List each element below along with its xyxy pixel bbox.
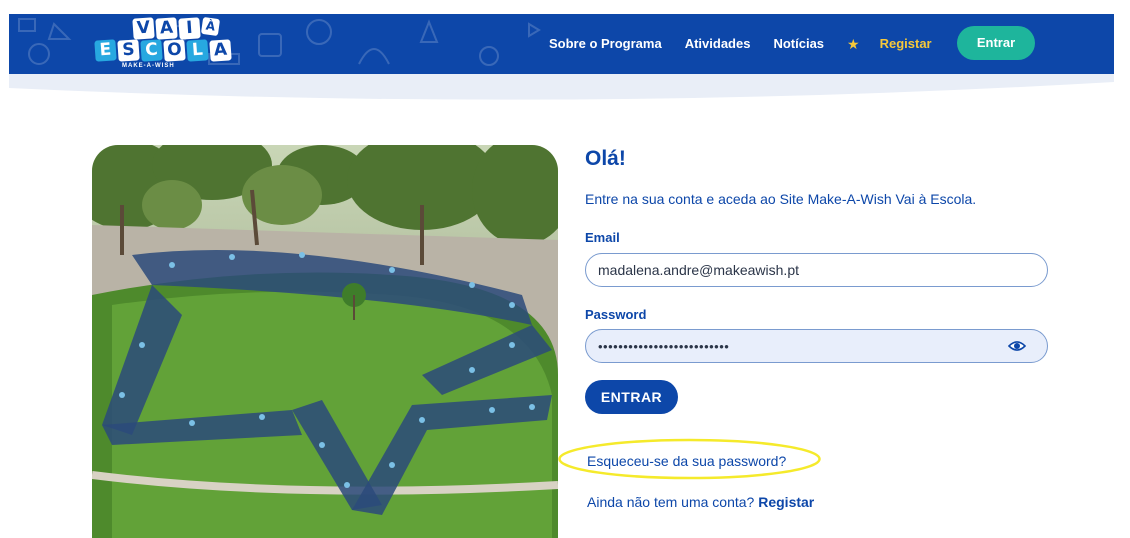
logo-letter: V <box>132 17 155 40</box>
logo-letter: O <box>163 39 186 62</box>
signup-prompt-text: Ainda não tem uma conta? <box>587 494 755 510</box>
star-icon: ★ <box>847 36 860 52</box>
hero-group-photo <box>92 145 558 538</box>
vai-a-escola-logo[interactable]: V A I À E S C O L A MAKE-A-WISH <box>91 16 241 72</box>
logo-letter: S <box>117 39 140 62</box>
logo-letter: A <box>155 17 178 40</box>
logo-tagline: MAKE-A-WISH <box>122 63 175 69</box>
logo-letter: À <box>200 16 221 37</box>
email-field[interactable] <box>585 253 1048 287</box>
top-navigation-bar: V A I À E S C O L A MAKE-A-WISH Sobre o … <box>9 14 1114 74</box>
greeting-title: Olá! <box>585 147 626 170</box>
header-login-button[interactable]: Entrar <box>957 26 1035 60</box>
login-submit-button[interactable]: ENTRAR <box>585 380 678 414</box>
main-nav: Sobre o Programa Atividades Notícias ★ R… <box>549 34 955 54</box>
logo-letter: I <box>178 17 201 40</box>
logo-letter: C <box>140 39 163 62</box>
password-field[interactable] <box>585 329 1048 363</box>
email-label: Email <box>585 230 620 245</box>
logo-letter: A <box>209 39 232 62</box>
logo-letter: E <box>94 39 117 62</box>
nav-about[interactable]: Sobre o Programa <box>549 34 662 54</box>
nav-news[interactable]: Notícias <box>773 34 824 54</box>
logo-letter: L <box>186 39 209 62</box>
signup-prompt: Ainda não tem uma conta? Registar <box>587 493 814 511</box>
password-label: Password <box>585 307 647 322</box>
eye-icon[interactable] <box>1008 337 1026 355</box>
forgot-password-link[interactable]: Esqueceu-se da sua password? <box>587 452 786 470</box>
intro-text: Entre na sua conta e aceda ao Site Make-… <box>585 191 977 207</box>
header-curve-decoration <box>9 74 1114 100</box>
nav-register[interactable]: Registar <box>880 34 932 54</box>
nav-activities[interactable]: Atividades <box>685 34 751 54</box>
signup-link[interactable]: Registar <box>758 494 814 510</box>
